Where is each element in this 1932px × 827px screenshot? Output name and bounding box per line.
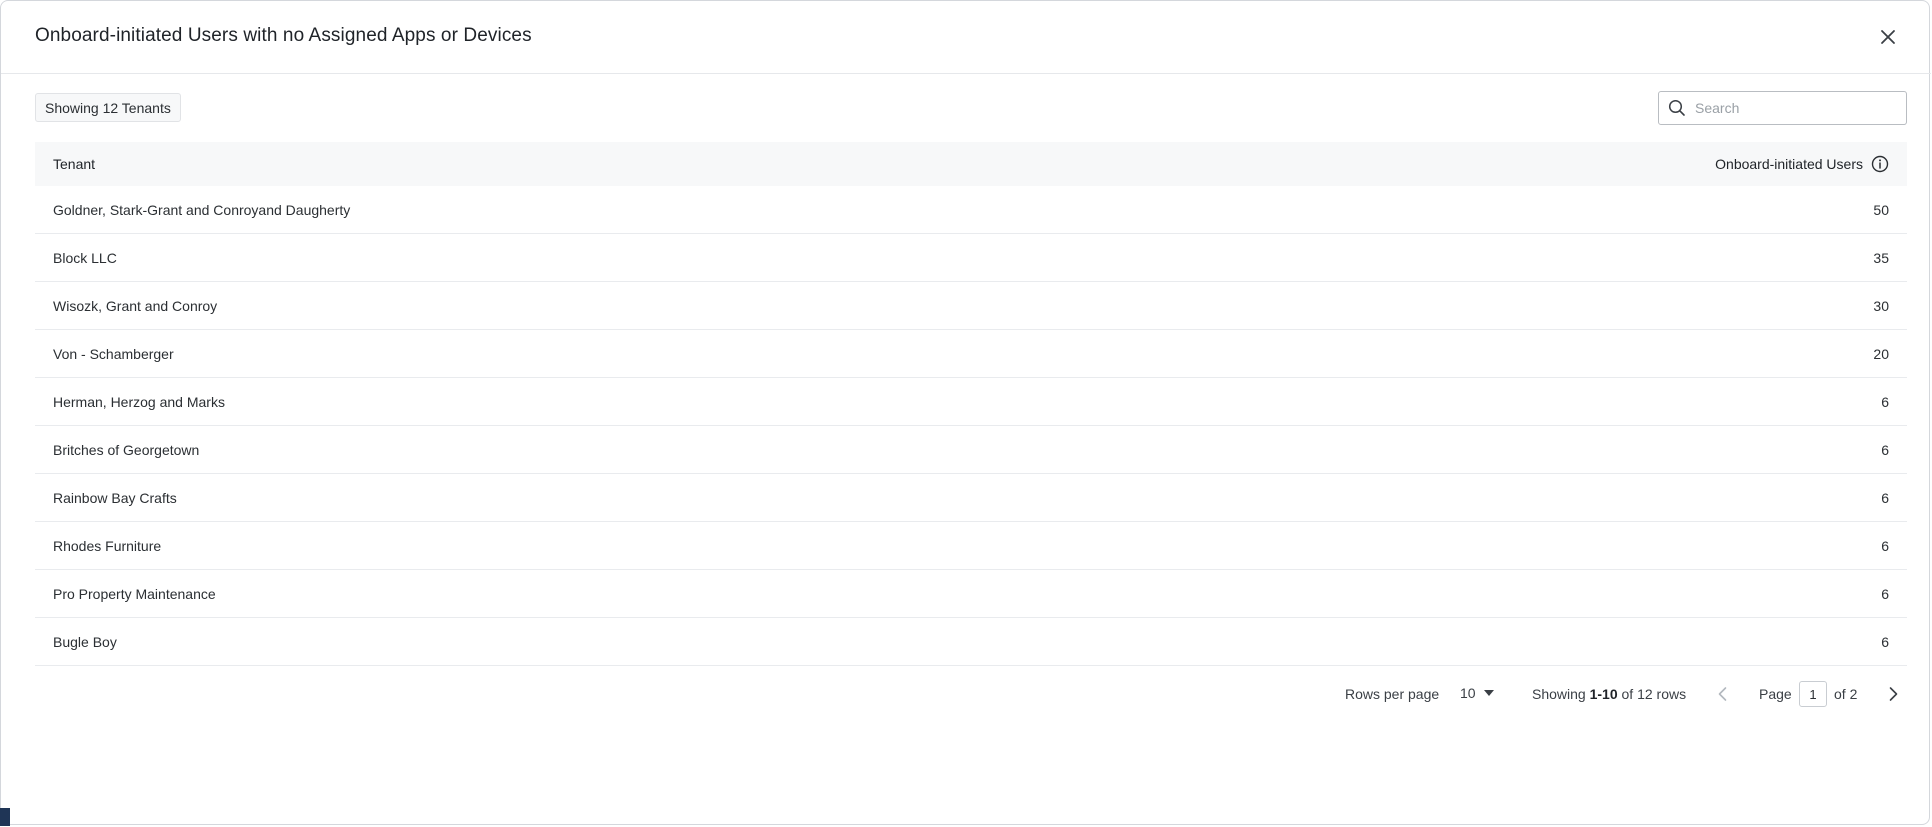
onboard-users-count-cell: 35: [1873, 250, 1889, 266]
table-row[interactable]: Von - Schamberger 20: [35, 330, 1907, 378]
close-button[interactable]: [1875, 24, 1901, 50]
onboard-users-count-cell: 6: [1881, 586, 1889, 602]
tenant-count-badge: Showing 12 Tenants: [35, 93, 181, 122]
table-row[interactable]: Rhodes Furniture 6: [35, 522, 1907, 570]
onboard-users-count-cell: 20: [1873, 346, 1889, 362]
showing-rows-text: Showing 1-10 of 12 rows: [1532, 686, 1686, 702]
search-box[interactable]: [1658, 91, 1907, 125]
tenant-name-cell: Bugle Boy: [53, 634, 117, 650]
modal-header: Onboard-initiated Users with no Assigned…: [1, 1, 1931, 74]
caret-down-icon: [1483, 690, 1494, 696]
modal-title: Onboard-initiated Users with no Assigned…: [35, 25, 532, 46]
modal-dialog: Onboard-initiated Users with no Assigned…: [0, 0, 1931, 825]
table-row[interactable]: Pro Property Maintenance 6: [35, 570, 1907, 618]
chevron-left-icon: [1718, 687, 1727, 701]
total-pages-text: of 2: [1834, 686, 1858, 702]
table-row[interactable]: Rainbow Bay Crafts 6: [35, 474, 1907, 522]
column-header-onboard-users-label: Onboard-initiated Users: [1715, 156, 1863, 172]
showing-range: 1-10: [1589, 686, 1618, 702]
page-label: Page: [1759, 686, 1792, 702]
tenant-name-cell: Britches of Georgetown: [53, 442, 200, 458]
table-body: Goldner, Stark-Grant and Conroyand Daugh…: [35, 186, 1907, 666]
table-header: Tenant Onboard-initiated Users: [35, 142, 1907, 186]
tenant-name-cell: Block LLC: [53, 250, 117, 266]
onboard-users-count-cell: 30: [1873, 298, 1889, 314]
table-row[interactable]: Herman, Herzog and Marks 6: [35, 378, 1907, 426]
next-page-button[interactable]: [1883, 684, 1903, 704]
tenant-name-cell: Goldner, Stark-Grant and Conroyand Daugh…: [53, 202, 351, 218]
rows-per-page-label: Rows per page: [1345, 686, 1440, 702]
corner-marker: [0, 808, 10, 826]
onboard-users-count-cell: 50: [1873, 202, 1889, 218]
search-input[interactable]: [1695, 92, 1900, 124]
search-icon: [1668, 99, 1685, 116]
column-header-onboard-users[interactable]: Onboard-initiated Users: [1715, 155, 1889, 173]
close-icon: [1881, 30, 1895, 44]
table-row[interactable]: Goldner, Stark-Grant and Conroyand Daugh…: [35, 186, 1907, 234]
rows-per-page-value: 10: [1460, 685, 1476, 701]
tenant-name-cell: Rhodes Furniture: [53, 538, 162, 554]
previous-page-button[interactable]: [1713, 684, 1733, 704]
table-row[interactable]: Wisozk, Grant and Conroy 30: [35, 282, 1907, 330]
table-row[interactable]: Block LLC 35: [35, 234, 1907, 282]
tenant-name-cell: Pro Property Maintenance: [53, 586, 216, 602]
onboard-users-count-cell: 6: [1881, 538, 1889, 554]
tenants-table: Tenant Onboard-initiated Users Goldner, …: [35, 142, 1907, 666]
table-row[interactable]: Bugle Boy 6: [35, 618, 1907, 666]
chevron-right-icon: [1889, 687, 1898, 701]
tenant-name-cell: Wisozk, Grant and Conroy: [53, 298, 218, 314]
rows-per-page-select[interactable]: 10: [1460, 685, 1494, 701]
tenant-name-cell: Herman, Herzog and Marks: [53, 394, 225, 410]
tenant-name-cell: Von - Schamberger: [53, 346, 174, 362]
table-row[interactable]: Britches of Georgetown 6: [35, 426, 1907, 474]
tenant-name-cell: Rainbow Bay Crafts: [53, 490, 177, 506]
onboard-users-count-cell: 6: [1881, 394, 1889, 410]
onboard-users-count-cell: 6: [1881, 490, 1889, 506]
showing-prefix: Showing: [1532, 686, 1586, 702]
page-number-input[interactable]: [1799, 681, 1827, 707]
onboard-users-count-cell: 6: [1881, 442, 1889, 458]
column-header-tenant[interactable]: Tenant: [53, 156, 95, 172]
showing-suffix: of 12 rows: [1621, 686, 1687, 702]
onboard-users-count-cell: 6: [1881, 634, 1889, 650]
pagination-bar: Rows per page 10 Showing 1-10 of 12 rows…: [1, 681, 1931, 707]
info-icon[interactable]: [1871, 155, 1889, 173]
